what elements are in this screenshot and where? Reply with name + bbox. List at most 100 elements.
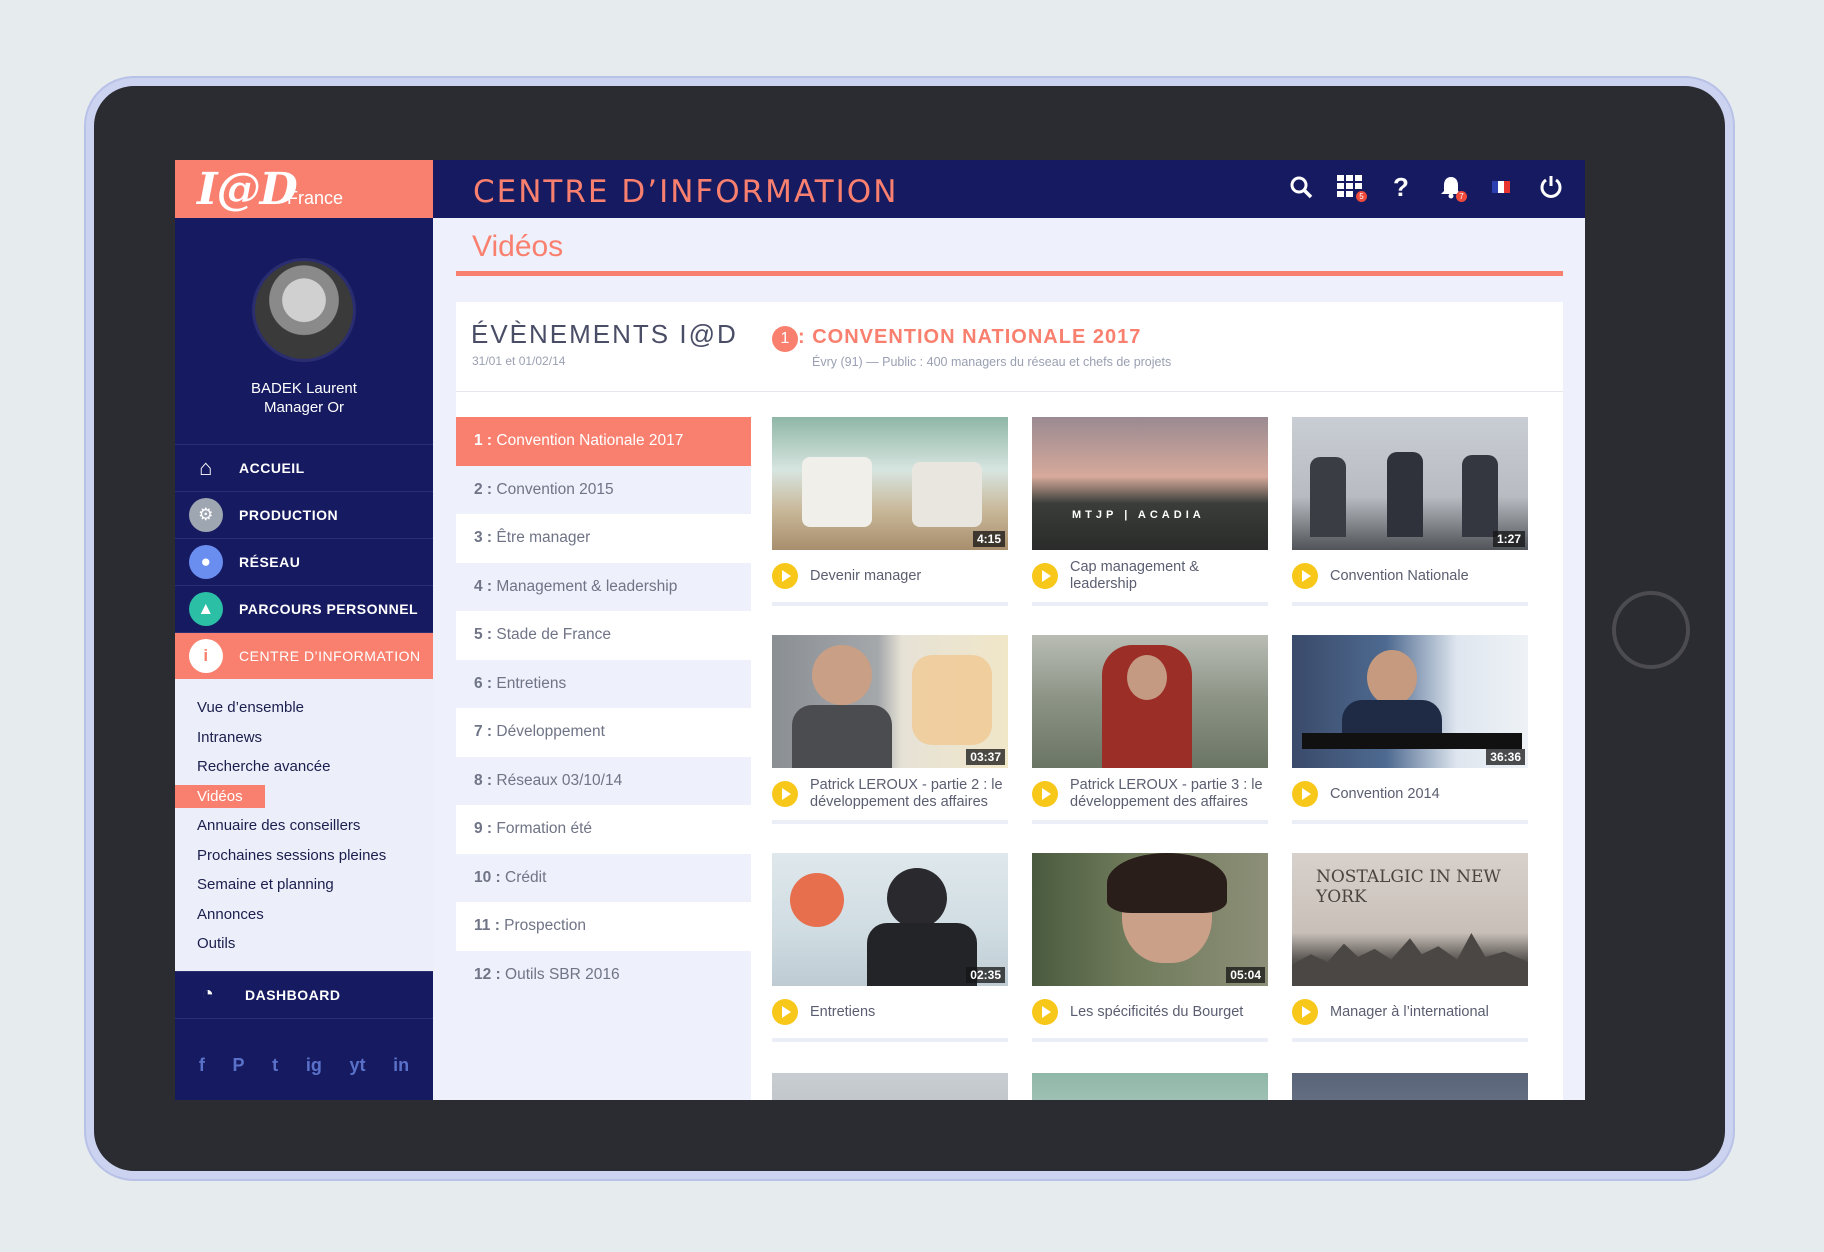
twitter-icon[interactable]: t	[272, 1055, 278, 1076]
facebook-icon[interactable]: f	[199, 1055, 205, 1076]
subnav-item-recherche-avancee[interactable]: Recherche avancée	[175, 752, 433, 782]
nav-item-reseau[interactable]: ● RÉSEAU	[175, 538, 433, 585]
search-icon[interactable]	[1287, 172, 1315, 202]
video-thumbnail[interactable]: 4:15	[772, 417, 1008, 550]
play-icon[interactable]	[1292, 999, 1318, 1025]
subnav-label: Annuaire des conseillers	[197, 817, 361, 834]
nav-item-centre-information[interactable]: i CENTRE D’INFORMATION	[175, 632, 433, 679]
events-heading: ÉVÈNEMENTS I@D	[471, 319, 738, 349]
video-card[interactable]: 02:35 Entretiens	[772, 853, 1008, 1042]
apps-badge: 5	[1356, 191, 1367, 202]
event-item[interactable]: 11 : Prospection	[456, 902, 751, 951]
avatar[interactable]	[252, 258, 356, 362]
event-item[interactable]: 9 : Formation été	[456, 805, 751, 854]
play-icon[interactable]	[1032, 999, 1058, 1025]
play-icon[interactable]	[1032, 563, 1058, 589]
subnav-item-videos[interactable]: Vidéos	[175, 782, 433, 812]
logo[interactable]: I@D France	[175, 160, 433, 218]
video-title: Convention Nationale	[1330, 567, 1469, 584]
video-thumbnail[interactable]: NOSTALGIC IN NEW YORK	[1292, 853, 1528, 986]
video-thumbnail[interactable]: 36:36	[1292, 635, 1528, 768]
play-icon[interactable]	[772, 563, 798, 589]
event-num: 11 :	[474, 917, 500, 934]
video-title: Cap management & leadership	[1070, 559, 1199, 592]
video-thumbnail[interactable]	[1032, 635, 1268, 768]
flag-fr-icon[interactable]	[1487, 172, 1515, 202]
video-title: Manager à l’international	[1330, 1003, 1489, 1020]
subnav-item-annonces[interactable]: Annonces	[175, 900, 433, 930]
subnav-item-annuaire[interactable]: Annuaire des conseillers	[175, 811, 433, 841]
instagram-icon[interactable]: ig	[306, 1055, 322, 1076]
subnav-item-semaine[interactable]: Semaine et planning	[175, 870, 433, 900]
event-item[interactable]: 2 : Convention 2015	[456, 465, 751, 514]
info-icon: i	[189, 639, 223, 673]
event-label: Réseaux 03/10/14	[492, 771, 623, 789]
video-card[interactable]: 4:15 Devenir manager	[772, 417, 1008, 606]
play-icon[interactable]	[1032, 781, 1058, 807]
event-item[interactable]: 7 : Développement	[456, 708, 751, 757]
tablet-home-button[interactable]	[1612, 591, 1690, 669]
event-item[interactable]: 6 : Entretiens	[456, 659, 751, 708]
subnav-label: Vue d’ensemble	[197, 699, 305, 716]
video-card[interactable]	[772, 1073, 1008, 1100]
graduation-cap-icon: ▲	[189, 592, 223, 626]
event-item[interactable]: 10 : Crédit	[456, 853, 751, 902]
video-card[interactable]: 1:27 Convention Nationale	[1292, 417, 1528, 606]
event-label: Entretiens	[492, 674, 567, 692]
bell-icon[interactable]: 7	[1437, 172, 1467, 202]
video-card[interactable]: 36:36 Convention 2014	[1292, 635, 1528, 824]
event-num: 5 :	[474, 626, 493, 643]
nav-item-parcours-personnel[interactable]: ▲ PARCOURS PERSONNEL	[175, 585, 433, 632]
dashboard-gauge-icon: ◔	[201, 983, 215, 1005]
video-card[interactable]	[1032, 1073, 1268, 1100]
subnav-item-vue-ensemble[interactable]: Vue d’ensemble	[175, 693, 433, 723]
video-duration: 05:04	[1226, 967, 1265, 983]
event-item[interactable]: 4 : Management & leadership	[456, 562, 751, 611]
event-item[interactable]: 1 : Convention Nationale 2017	[456, 417, 751, 466]
event-label: Convention 2015	[492, 480, 614, 498]
linkedin-icon[interactable]: in	[393, 1055, 409, 1076]
play-icon[interactable]	[772, 999, 798, 1025]
event-item[interactable]: 5 : Stade de France	[456, 611, 751, 660]
help-icon[interactable]: ?	[1387, 172, 1415, 202]
subnav-item-sessions[interactable]: Prochaines sessions pleines	[175, 841, 433, 871]
video-thumbnail[interactable]	[772, 1073, 1008, 1100]
pinterest-icon[interactable]: P	[232, 1055, 244, 1076]
page-title: Vidéos	[472, 230, 564, 263]
event-item[interactable]: 3 : Être manager	[456, 514, 751, 563]
card-divider	[1292, 1038, 1528, 1042]
video-thumbnail[interactable]: 03:37	[772, 635, 1008, 768]
video-thumbnail[interactable]	[1292, 1073, 1528, 1100]
subnav-item-outils[interactable]: Outils	[175, 929, 433, 959]
subnav-item-intranews[interactable]: Intranews	[175, 723, 433, 753]
video-thumbnail[interactable]: MTJP | ACADIA	[1032, 417, 1268, 550]
apps-grid-icon[interactable]: 5	[1337, 172, 1367, 202]
nav-label: PRODUCTION	[239, 507, 339, 523]
event-item[interactable]: 8 : Réseaux 03/10/14	[456, 756, 751, 805]
video-thumbnail[interactable]	[1032, 1073, 1268, 1100]
event-item[interactable]: 12 : Outils SBR 2016	[456, 950, 751, 999]
video-thumbnail[interactable]: 02:35	[772, 853, 1008, 986]
video-card[interactable]: MTJP | ACADIA Cap management & leadershi…	[1032, 417, 1268, 606]
header-divider	[456, 391, 1563, 392]
event-num: 1 :	[474, 432, 493, 449]
play-icon[interactable]	[772, 781, 798, 807]
nav-item-dashboard[interactable]: ◔ DASHBOARD	[175, 970, 433, 1019]
youtube-icon[interactable]: yt	[349, 1055, 365, 1076]
event-num: 8 :	[474, 771, 493, 789]
event-label: Management & leadership	[492, 577, 678, 595]
video-card[interactable]	[1292, 1073, 1528, 1100]
video-card[interactable]: NOSTALGIC IN NEW YORK Manager à l’intern…	[1292, 853, 1528, 1042]
power-icon[interactable]	[1537, 172, 1565, 202]
event-num: 10 :	[474, 868, 501, 886]
video-card[interactable]: 05:04 Les spécificités du Bourget	[1032, 853, 1268, 1042]
video-thumbnail[interactable]: 05:04	[1032, 853, 1268, 986]
video-thumbnail[interactable]: 1:27	[1292, 417, 1528, 550]
nav-item-accueil[interactable]: ⌂ ACCUEIL	[175, 444, 433, 491]
nav-item-production[interactable]: ⚙ PRODUCTION	[175, 491, 433, 538]
events-list: 1 : Convention Nationale 2017 2 : Conven…	[456, 417, 751, 1100]
video-card[interactable]: 03:37 Patrick LEROUX - partie 2 : le dév…	[772, 635, 1008, 824]
play-icon[interactable]	[1292, 781, 1318, 807]
video-card[interactable]: Patrick LEROUX - partie 3 : le développe…	[1032, 635, 1268, 824]
play-icon[interactable]	[1292, 563, 1318, 589]
